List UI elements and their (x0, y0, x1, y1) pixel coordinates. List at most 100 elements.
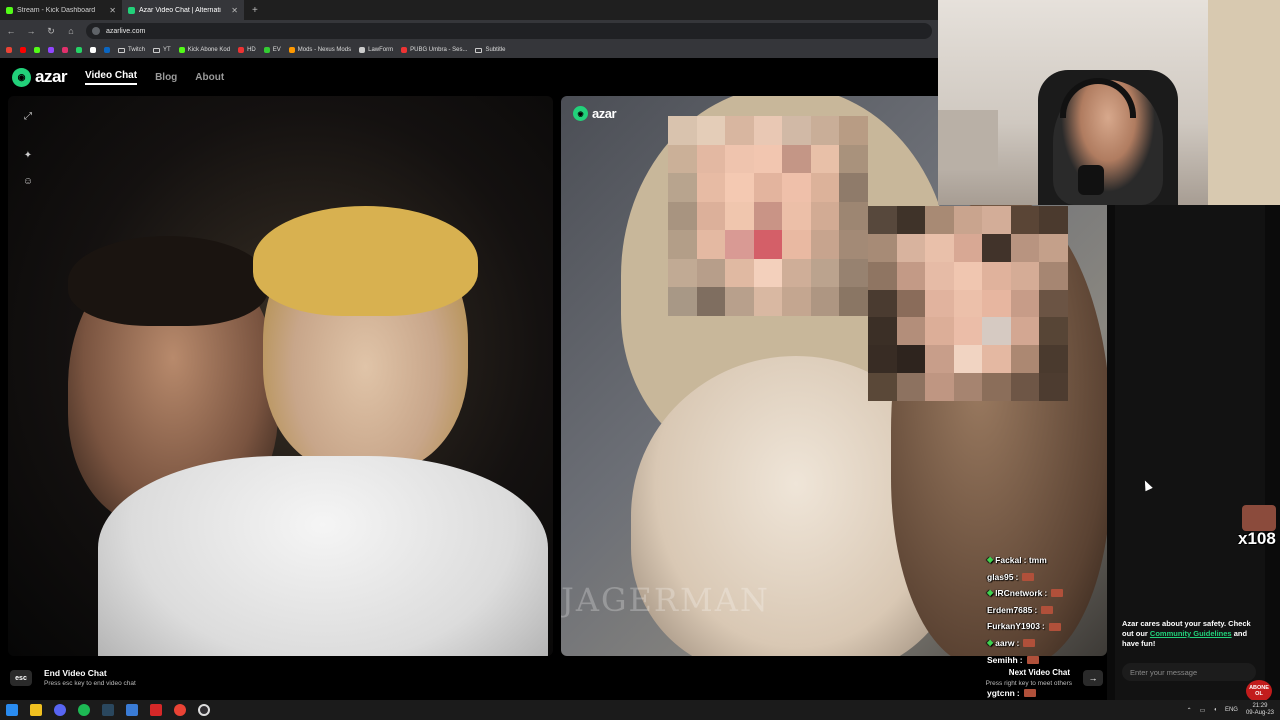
emote-icon (1022, 572, 1035, 581)
message-input[interactable] (1122, 663, 1256, 681)
bookmark-icon[interactable] (76, 47, 82, 53)
bookmark-label: PUBG Umbra - Ses... (410, 47, 468, 53)
esc-key-button[interactable]: esc (10, 670, 32, 686)
new-tab-icon[interactable]: + (244, 0, 266, 20)
emote-icon (1023, 639, 1036, 648)
bookmark-icon[interactable] (20, 47, 26, 53)
chat-message: glas95: (987, 569, 1107, 586)
doll-hair (253, 206, 478, 316)
bookmark-folder[interactable]: Subtitle (475, 47, 506, 53)
chat-text: : (1019, 654, 1023, 665)
address-bar[interactable]: azarlive.com (86, 23, 932, 39)
bookmark-item[interactable]: LawForm (359, 47, 393, 53)
forward-icon[interactable]: → (26, 26, 36, 36)
streamer-webcam (938, 0, 1280, 205)
chat-message: ◆ Fackal: tmm (987, 552, 1107, 569)
sub-badge-icon: ◆ (987, 555, 994, 564)
sub-counter-sticker: x108 (1238, 505, 1280, 551)
bookmark-label: Kick Abone Kod (187, 47, 231, 53)
site-info-icon[interactable] (92, 27, 100, 35)
chat-text: : (1044, 588, 1048, 599)
nav-video-chat[interactable]: Video Chat (85, 70, 138, 85)
obs-icon[interactable] (198, 704, 210, 716)
bookmark-item[interactable]: HD (238, 47, 256, 53)
subscribe-badge: ABONE OL (1246, 680, 1272, 702)
nav-blog[interactable]: Blog (155, 72, 177, 83)
bookmark-icon[interactable] (104, 47, 110, 53)
discord-icon[interactable] (54, 704, 66, 716)
back-icon[interactable]: ← (6, 26, 16, 36)
video-azar-logo: ◉ azar (573, 106, 617, 121)
bookmark-label: LawForm (368, 47, 394, 53)
chat-text: : (1041, 621, 1045, 632)
bookmark-item[interactable]: Kick Abone Kod (178, 47, 231, 53)
app-icon[interactable] (126, 704, 138, 716)
azar-favicon-icon (128, 6, 135, 14)
close-tab-icon[interactable]: ✕ (109, 6, 116, 15)
watermark-text: JAGERMAN (561, 581, 770, 619)
chat-username: Fackal (995, 555, 1022, 565)
spotify-icon[interactable] (78, 704, 90, 716)
censor-mosaic (868, 206, 1068, 401)
bookmark-item[interactable]: PUBG Umbra - Ses... (401, 47, 467, 53)
app-icon[interactable] (150, 704, 162, 716)
chat-message: Erdem7685: (987, 602, 1107, 619)
reload-icon[interactable]: ↻ (46, 26, 56, 37)
browser-tab-strip: Stream - Kick Dashboard ✕ Azar Video Cha… (0, 0, 938, 20)
logo-text: azar (35, 67, 68, 86)
hair-figure (68, 236, 268, 326)
sub-badge-icon: ◆ (987, 637, 994, 647)
url-text: azarlive.com (106, 27, 146, 35)
language-indicator[interactable]: ENG (1225, 707, 1238, 713)
chat-message: ◆ aarw: (987, 635, 1107, 652)
bookmark-folder[interactable]: Twitch (118, 47, 145, 53)
bookmark-label: EV (272, 47, 281, 53)
clock-date: 09-Aug-23 (1245, 710, 1274, 716)
sticker-text: x108 (1238, 529, 1276, 548)
bookmark-icon[interactable] (6, 47, 12, 53)
end-chat-title[interactable]: End Video Chat (44, 668, 107, 678)
chat-username: IRCnetwork (995, 588, 1043, 599)
bookmark-icon[interactable] (34, 47, 40, 53)
close-tab-icon[interactable]: ✕ (231, 6, 238, 15)
volume-icon[interactable]: ◖ (1213, 707, 1217, 713)
emote-icon (1026, 655, 1039, 664)
bookmark-folder[interactable]: YT (153, 47, 171, 53)
chat-message: Semihh: (987, 652, 1107, 669)
community-guidelines-link[interactable]: Community Guidelines (1150, 629, 1232, 638)
home-icon[interactable]: ⌂ (66, 26, 76, 36)
chat-username: aarw (995, 637, 1015, 648)
bookmark-item[interactable]: Mods - Nexus Mods (288, 47, 352, 53)
expand-icon[interactable]: ⤢ (20, 108, 36, 124)
steam-icon[interactable] (102, 704, 114, 716)
chrome-icon[interactable] (174, 704, 186, 716)
nav-about[interactable]: About (195, 72, 224, 83)
bookmark-label: Mods - Nexus Mods (297, 47, 352, 53)
tab-azar[interactable]: Azar Video Chat | Alternati ✕ (122, 0, 244, 20)
sticker-face (1242, 505, 1276, 531)
sub-badge-icon: ◆ (987, 588, 994, 598)
tray-chevron-icon[interactable]: ⌃ (1187, 707, 1192, 714)
tab-kick-dashboard[interactable]: Stream - Kick Dashboard ✕ (0, 0, 122, 20)
site-header: ◉ azar Video Chat Blog About (0, 58, 938, 96)
folder-icon (118, 47, 125, 53)
chat-text: : (1016, 687, 1020, 698)
chat-username: glas95 (987, 571, 1014, 582)
effects-sparkle-icon[interactable]: ✦ (20, 147, 36, 163)
clock[interactable]: 21:29 09-Aug-23 (1246, 703, 1274, 717)
azar-logo[interactable]: ◉ azar (12, 67, 68, 87)
video-logo-text: azar (592, 106, 617, 121)
bookmark-label: YT (163, 47, 171, 53)
windows-start-icon[interactable] (6, 704, 18, 716)
bookmark-icon[interactable] (62, 47, 68, 53)
chat-username: FurkanY1903 (987, 621, 1040, 632)
network-icon[interactable]: ▭ (1200, 707, 1206, 714)
tab-title: Stream - Kick Dashboard (17, 6, 96, 14)
chat-message: ◆ IRCnetwork: (987, 585, 1107, 602)
bookmark-icon[interactable] (48, 47, 54, 53)
clock-time: 21:29 (1252, 703, 1268, 709)
file-explorer-icon[interactable] (30, 704, 42, 716)
sticker-icon[interactable]: ☺ (20, 173, 36, 189)
bookmark-icon[interactable] (90, 47, 96, 53)
bookmark-item[interactable]: EV (263, 47, 281, 53)
